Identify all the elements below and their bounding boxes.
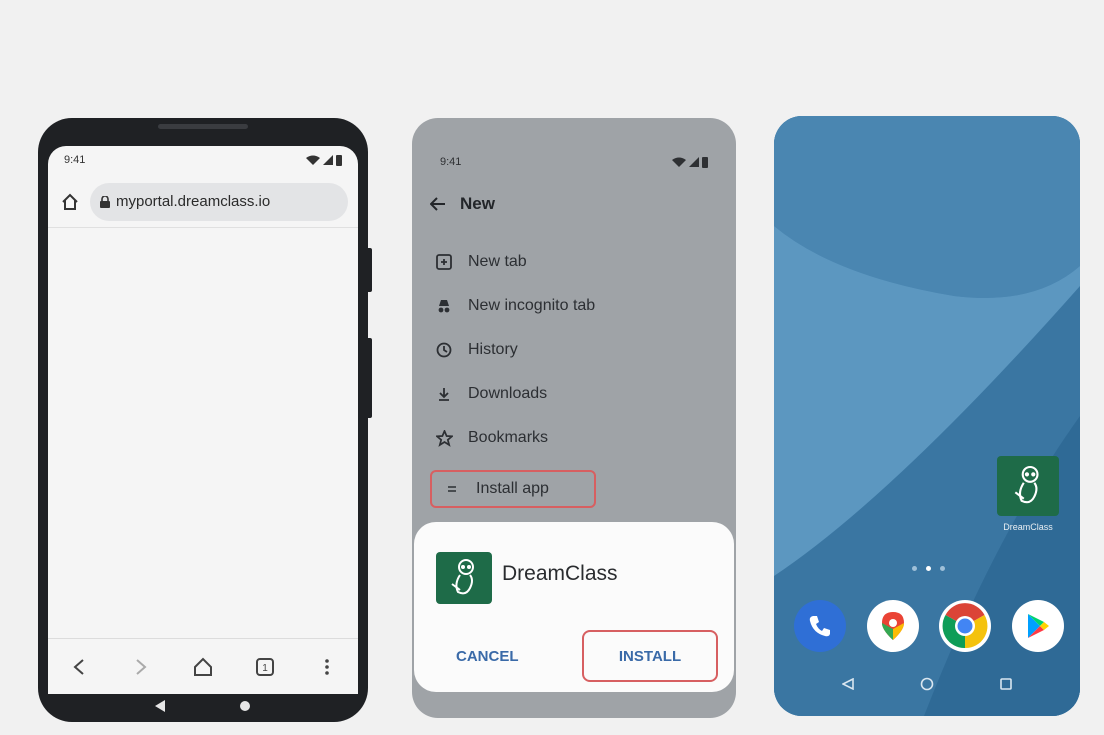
- install-dialog: DreamClass CANCEL INSTALL: [414, 522, 734, 692]
- menu-item-install-app[interactable]: Install app: [430, 470, 596, 508]
- speaker-grille: [158, 124, 248, 129]
- arrow-back-icon[interactable]: [430, 197, 446, 211]
- star-icon: [434, 428, 454, 448]
- menu-item-bookmarks[interactable]: Bookmarks: [434, 416, 724, 460]
- lock-icon: [100, 195, 110, 208]
- battery-icon: [702, 156, 708, 168]
- wifi-icon: [306, 155, 320, 165]
- power-button: [368, 248, 372, 292]
- home-icon[interactable]: [58, 190, 82, 214]
- nav-back-icon[interactable]: [155, 700, 165, 712]
- phone-menu: 9:41 New New tab New incognito tab Histo…: [412, 118, 736, 718]
- nav-home-icon[interactable]: [920, 677, 934, 691]
- dreamclass-app-icon: [436, 552, 492, 604]
- install-icon: [442, 479, 462, 499]
- tabs-count: 1: [262, 663, 268, 674]
- menu-item-history[interactable]: History: [434, 328, 724, 372]
- app-dock: [794, 600, 1064, 652]
- menu-list: New tab New incognito tab History Downlo…: [430, 240, 724, 508]
- owl-icon: [451, 559, 474, 595]
- battery-icon: [336, 154, 342, 166]
- status-icons: [672, 156, 708, 168]
- address-bar-row: myportal.dreamclass.io: [48, 176, 358, 228]
- home-app-dreamclass[interactable]: DreamClass: [988, 456, 1068, 532]
- home-icon[interactable]: [191, 655, 215, 679]
- forward-icon[interactable]: [129, 655, 153, 679]
- page-dot-active: [926, 566, 931, 571]
- menu-header: New: [430, 194, 495, 214]
- system-nav-bar: [774, 672, 1080, 696]
- menu-item-downloads[interactable]: Downloads: [434, 372, 724, 416]
- maps-icon[interactable]: [866, 600, 919, 652]
- page-indicator: [912, 566, 945, 571]
- browser-toolbar: 1: [48, 638, 358, 694]
- menu-item-label: Downloads: [468, 385, 548, 402]
- home-app-label: DreamClass: [1003, 522, 1053, 532]
- browser-screen: 9:41 myportal.dreamclass.io 1: [48, 146, 358, 694]
- dreamclass-app-icon: [997, 456, 1059, 516]
- url-text: myportal.dreamclass.io: [116, 193, 271, 210]
- cancel-button[interactable]: CANCEL: [456, 648, 519, 665]
- dialog-app-name: DreamClass: [502, 562, 618, 585]
- download-icon: [434, 384, 454, 404]
- signal-icon: [323, 155, 333, 165]
- status-bar: 9:41: [412, 148, 736, 176]
- nav-home-icon[interactable]: [239, 700, 251, 712]
- nav-back-icon[interactable]: [842, 678, 854, 690]
- menu-item-new-tab[interactable]: New tab: [434, 240, 724, 284]
- play-store-icon[interactable]: [1011, 600, 1064, 652]
- menu-item-label: Install app: [476, 480, 549, 497]
- system-nav-bar: [38, 694, 368, 718]
- owl-icon: [1014, 465, 1039, 504]
- menu-title: New: [460, 194, 495, 213]
- signal-icon: [689, 157, 699, 167]
- status-time: 9:41: [64, 154, 86, 166]
- status-icons: [306, 154, 342, 166]
- menu-item-label: New tab: [468, 253, 527, 270]
- history-icon: [434, 340, 454, 360]
- tabs-icon[interactable]: 1: [253, 655, 277, 679]
- status-time: 9:41: [440, 156, 462, 168]
- page-dot: [940, 566, 945, 571]
- chrome-icon[interactable]: [939, 600, 992, 652]
- wifi-icon: [672, 157, 686, 167]
- install-button[interactable]: INSTALL: [582, 630, 718, 682]
- menu-item-label: History: [468, 341, 518, 358]
- menu-item-label: New incognito tab: [468, 297, 596, 314]
- nav-recents-icon[interactable]: [1000, 678, 1012, 690]
- status-bar: 9:41: [48, 146, 358, 174]
- url-bar[interactable]: myportal.dreamclass.io: [90, 182, 348, 221]
- page-dot: [912, 566, 917, 571]
- more-icon[interactable]: [315, 655, 339, 679]
- phone-icon[interactable]: [794, 600, 846, 652]
- new-tab-icon: [434, 252, 454, 272]
- menu-item-label: Bookmarks: [468, 429, 549, 446]
- incognito-icon: [434, 296, 454, 316]
- phone-home-screen: DreamClass: [774, 116, 1080, 716]
- phone-browser: 9:41 myportal.dreamclass.io 1: [38, 118, 372, 722]
- menu-item-new-incognito-tab[interactable]: New incognito tab: [434, 284, 724, 328]
- volume-button: [368, 338, 372, 418]
- back-icon[interactable]: [67, 655, 91, 679]
